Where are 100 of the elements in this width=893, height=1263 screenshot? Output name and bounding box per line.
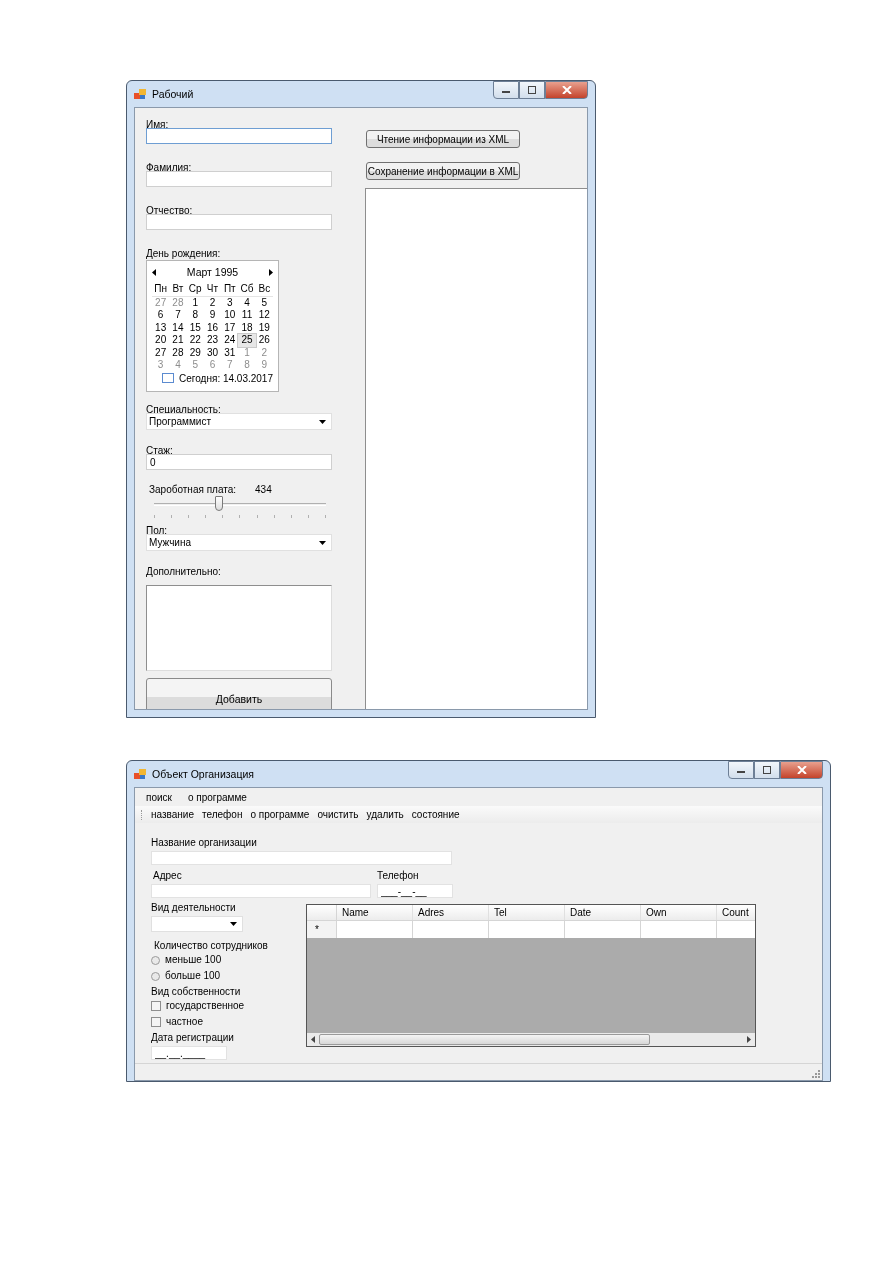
calendar-day[interactable]: 13 bbox=[152, 321, 170, 334]
calendar-day[interactable]: 9 bbox=[255, 359, 273, 372]
weekday-label: Пн bbox=[153, 283, 168, 296]
radio-button[interactable] bbox=[151, 955, 160, 965]
maximize-button[interactable] bbox=[519, 81, 545, 99]
minimize-button[interactable] bbox=[493, 81, 519, 99]
calendar-day[interactable]: 26 bbox=[255, 334, 273, 347]
calendar-day[interactable]: 9 bbox=[203, 309, 222, 322]
calendar-day[interactable]: 28 bbox=[169, 346, 187, 359]
slider[interactable] bbox=[154, 495, 326, 519]
next-month-icon[interactable] bbox=[268, 268, 273, 276]
text-field[interactable] bbox=[146, 128, 332, 144]
calendar-day[interactable]: 6 bbox=[203, 359, 222, 372]
horizontal-scrollbar[interactable] bbox=[307, 1033, 755, 1046]
column-header[interactable]: Count bbox=[717, 905, 751, 920]
calendar-day[interactable]: 15 bbox=[186, 321, 204, 334]
column-header[interactable]: Adres bbox=[413, 905, 489, 920]
calendar-day[interactable]: 1 bbox=[238, 346, 256, 359]
close-button[interactable] bbox=[545, 81, 588, 99]
column-header[interactable]: Own bbox=[641, 905, 717, 920]
radio-button[interactable] bbox=[151, 971, 160, 981]
scroll-left-icon[interactable] bbox=[311, 1036, 315, 1043]
checkbox-option[interactable]: частное bbox=[151, 1016, 306, 1028]
calendar-day[interactable]: 11 bbox=[238, 309, 256, 322]
calendar-day[interactable]: 25 bbox=[238, 334, 256, 347]
resize-grip-icon[interactable] bbox=[811, 1069, 820, 1078]
maximize-button[interactable] bbox=[754, 761, 780, 779]
calendar-day[interactable]: 7 bbox=[221, 359, 239, 372]
checkbox[interactable] bbox=[151, 1017, 161, 1027]
masked-field[interactable]: ___-__-__ bbox=[377, 884, 453, 898]
calendar-day[interactable]: 20 bbox=[152, 334, 170, 347]
data-grid[interactable]: Name Adres Tel Date Own Count * bbox=[306, 904, 756, 1047]
calendar-day[interactable]: 5 bbox=[255, 296, 273, 309]
calendar-day[interactable]: 22 bbox=[186, 334, 204, 347]
dropdown[interactable]: Мужчина bbox=[146, 534, 332, 551]
text-field[interactable]: 0 bbox=[146, 454, 332, 470]
calendar-day[interactable]: 10 bbox=[221, 309, 239, 322]
checkbox-option[interactable]: государственное bbox=[151, 1000, 306, 1012]
add-button[interactable]: Добавить bbox=[146, 678, 332, 709]
weekday-label: Сб bbox=[239, 283, 255, 296]
calendar-day[interactable]: 24 bbox=[221, 334, 239, 347]
text-field[interactable] bbox=[146, 171, 332, 187]
toolbar-item[interactable]: телефон bbox=[202, 809, 243, 820]
calendar-day[interactable]: 7 bbox=[169, 309, 187, 322]
calendar-day[interactable]: 14 bbox=[169, 321, 187, 334]
calendar-day[interactable]: 12 bbox=[255, 309, 273, 322]
calendar-day[interactable]: 29 bbox=[186, 346, 204, 359]
scroll-right-icon[interactable] bbox=[747, 1036, 751, 1043]
calendar-day[interactable]: 19 bbox=[255, 321, 273, 334]
column-header[interactable]: Tel bbox=[489, 905, 565, 920]
xml-button[interactable]: Сохранение информации в XML bbox=[366, 162, 520, 180]
column-header[interactable]: Date bbox=[565, 905, 641, 920]
calendar-day[interactable]: 3 bbox=[152, 359, 170, 372]
calendar-day[interactable]: 21 bbox=[169, 334, 187, 347]
calendar-day[interactable]: 3 bbox=[221, 296, 239, 309]
toolbar-item[interactable]: о программе bbox=[250, 809, 310, 820]
masked-field[interactable]: __.__.____ bbox=[151, 1046, 227, 1060]
calendar-day[interactable]: 30 bbox=[203, 346, 222, 359]
radio-option[interactable]: больше 100 bbox=[151, 970, 306, 982]
calendar-day[interactable]: 2 bbox=[255, 346, 273, 359]
checkbox[interactable] bbox=[151, 1001, 161, 1011]
menu-item[interactable]: поиск bbox=[146, 792, 172, 803]
calendar-day[interactable]: 2 bbox=[203, 296, 222, 309]
toolbar-item[interactable]: удалить bbox=[366, 809, 404, 820]
dropdown[interactable]: Программист bbox=[146, 413, 332, 430]
calendar-day[interactable]: 27 bbox=[152, 346, 170, 359]
field-label: День рождения: bbox=[146, 248, 222, 259]
calendar-day[interactable]: 8 bbox=[238, 359, 256, 372]
close-button[interactable] bbox=[780, 761, 823, 779]
caret-icon bbox=[230, 922, 237, 926]
calendar-day[interactable]: 6 bbox=[152, 309, 170, 322]
previous-month-icon[interactable] bbox=[152, 268, 157, 276]
calendar-day[interactable]: 17 bbox=[221, 321, 239, 334]
minimize-button[interactable] bbox=[728, 761, 754, 779]
today-label[interactable]: Сегодня: 14.03.2017 bbox=[179, 372, 273, 384]
menu-item[interactable]: о программе bbox=[187, 792, 247, 803]
calendar-day[interactable]: 31 bbox=[221, 346, 239, 359]
toolbar-item[interactable]: очистить bbox=[317, 809, 359, 820]
calendar-day[interactable]: 1 bbox=[186, 296, 204, 309]
calendar-day[interactable]: 16 bbox=[203, 321, 222, 334]
close-icon bbox=[796, 766, 807, 774]
calendar-day[interactable]: 28 bbox=[169, 296, 187, 309]
calendar-day[interactable]: 18 bbox=[238, 321, 256, 334]
field-label: Дополнительно: bbox=[146, 566, 222, 577]
calendar-day[interactable]: 23 bbox=[203, 334, 222, 347]
toolbar-item[interactable]: название bbox=[151, 809, 194, 820]
radio-option[interactable]: меньше 100 bbox=[151, 954, 306, 966]
calendar-day[interactable]: 27 bbox=[152, 296, 170, 309]
xml-button[interactable]: Чтение информации из XML bbox=[366, 130, 520, 148]
calendar[interactable]: Март 1995 Пн Вт Ср Чт Пт Сб Вс 27 28 1 2 3 4 5 6 7 8 9 10 11 12 13 14 15 16 17 18 19 20 21 22 23 24 25 26 27 28 29 30 31 1 2 3 4 5 6 7 8 9 Сегодня: 14.03.2017 bbox=[146, 260, 279, 392]
calendar-day[interactable]: 5 bbox=[186, 359, 204, 372]
column-header[interactable]: Name bbox=[337, 905, 413, 920]
scroll-thumb[interactable] bbox=[319, 1034, 650, 1045]
toolbar-item[interactable]: состояние bbox=[411, 809, 460, 820]
field-label: Дата регистрации bbox=[151, 1032, 235, 1044]
calendar-day[interactable]: 4 bbox=[238, 296, 256, 309]
text-field[interactable] bbox=[146, 214, 332, 230]
slider-thumb[interactable] bbox=[215, 496, 224, 511]
calendar-day[interactable]: 8 bbox=[186, 309, 204, 322]
field-label: Фамилия: bbox=[146, 162, 193, 173]
